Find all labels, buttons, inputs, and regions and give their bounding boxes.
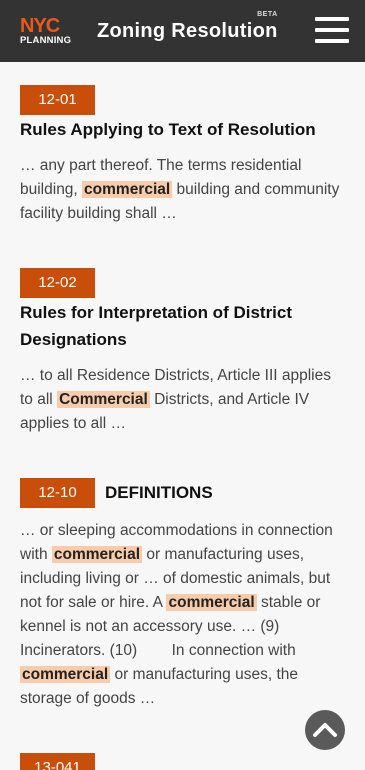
section-row: 12-10 DEFINITIONS xyxy=(20,478,345,508)
chevron-up-icon xyxy=(313,723,337,737)
hamburger-menu-icon[interactable] xyxy=(315,17,349,43)
nyc-planning-logo[interactable]: NYC PLANNING xyxy=(20,16,76,46)
scroll-to-top-button[interactable] xyxy=(305,710,345,750)
section-title-link[interactable]: Rules Applying to Text of Resolution xyxy=(20,116,345,143)
app-title-text: Zoning Resolution xyxy=(97,19,278,42)
logo-nyc-text: NYC xyxy=(20,14,60,37)
search-highlight: commercial xyxy=(166,594,257,611)
menu-bar xyxy=(315,39,349,43)
menu-bar xyxy=(315,28,349,32)
section-number-badge[interactable]: 12-01 xyxy=(20,85,95,115)
result-item: 12-10 DEFINITIONS … or sleeping accommod… xyxy=(20,478,345,711)
search-highlight: commercial xyxy=(20,666,111,683)
beta-badge: BETA xyxy=(257,10,278,18)
search-highlight: Commercial xyxy=(57,391,150,408)
search-results: 12-01 Rules Applying to Text of Resoluti… xyxy=(0,62,365,770)
result-snippet: … to all Residence Districts, Article II… xyxy=(20,364,345,436)
result-snippet: … or sleeping accommodations in connecti… xyxy=(20,519,345,711)
app-title[interactable]: Zoning Resolution BETA xyxy=(97,11,278,43)
logo-planning-text: PLANNING xyxy=(20,34,72,46)
search-highlight: commercial xyxy=(82,181,173,198)
app-header: NYC PLANNING Zoning Resolution BETA xyxy=(0,0,365,62)
section-number-badge[interactable]: 12-02 xyxy=(20,268,95,298)
result-item: 12-01 Rules Applying to Text of Resoluti… xyxy=(20,85,345,226)
section-number-badge[interactable]: 13-041 xyxy=(20,753,95,770)
result-item: 12-02 Rules for Interpretation of Distri… xyxy=(20,268,345,436)
menu-bar xyxy=(315,17,349,21)
section-row: 12-02 xyxy=(20,268,345,298)
section-title-link[interactable]: Rules for Interpretation of District Des… xyxy=(20,299,345,353)
result-snippet: … any part thereof. The terms residentia… xyxy=(20,154,345,226)
search-highlight: commercial xyxy=(51,546,143,563)
section-row: 13-041 xyxy=(20,753,345,770)
result-item: 13-041 xyxy=(20,753,345,770)
section-title-link[interactable]: DEFINITIONS xyxy=(105,483,213,503)
section-row: 12-01 xyxy=(20,85,345,115)
section-number-badge[interactable]: 12-10 xyxy=(20,478,95,508)
